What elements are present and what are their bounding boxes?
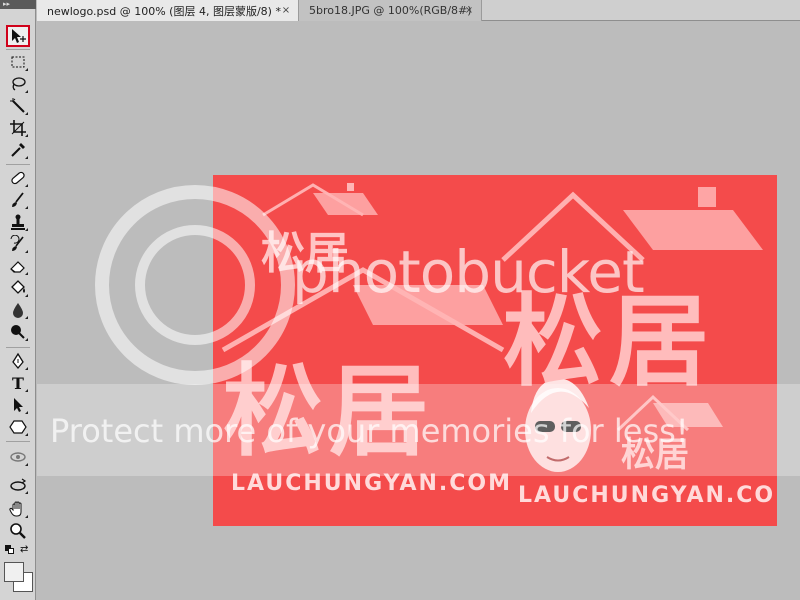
tools-panel-grip[interactable]: ▸▸ <box>0 0 36 9</box>
clone-stamp-tool[interactable] <box>6 211 30 233</box>
shape-tool[interactable] <box>6 416 30 438</box>
history-brush-tool[interactable] <box>6 233 30 255</box>
move-tool[interactable] <box>6 25 30 47</box>
3d-rotate-tool[interactable] <box>6 446 30 468</box>
foreground-color-swatch[interactable] <box>4 562 24 582</box>
close-icon[interactable]: × <box>463 4 475 16</box>
pen-tool[interactable] <box>6 350 30 372</box>
document-tab-bar: newlogo.psd @ 100% (图层 4, 图层蒙版/8) * × 5b… <box>37 0 800 21</box>
default-colors-icon[interactable] <box>5 545 15 555</box>
collapse-chevron-icon: ▸▸ <box>3 0 11 8</box>
hand-tool[interactable] <box>6 498 30 520</box>
tools-panel: ▸▸ T ⇄ <box>0 0 36 600</box>
dodge-tool[interactable] <box>6 321 30 343</box>
healing-brush-tool[interactable] <box>6 167 30 189</box>
brush-tool[interactable] <box>6 189 30 211</box>
3d-orbit-tool[interactable] <box>6 474 30 496</box>
crop-tool[interactable] <box>6 117 30 139</box>
blur-tool[interactable] <box>6 299 30 321</box>
swap-colors-icon[interactable]: ⇄ <box>20 545 32 555</box>
path-select-tool[interactable] <box>6 394 30 416</box>
marquee-tool[interactable] <box>6 51 30 73</box>
photobucket-ring-inner <box>135 225 255 345</box>
watermark-band <box>37 384 800 476</box>
eraser-tool[interactable] <box>6 255 30 277</box>
lasso-tool[interactable] <box>6 73 30 95</box>
tab-5bro18[interactable]: 5bro18.JPG @ 100%(RGB/8#) × <box>299 0 482 21</box>
eyedropper-tool[interactable] <box>6 139 30 161</box>
move-icon <box>12 29 26 43</box>
type-icon: T <box>12 373 24 393</box>
close-icon[interactable]: × <box>280 4 292 16</box>
zoom-icon <box>10 523 26 539</box>
paint-bucket-tool[interactable] <box>6 277 30 299</box>
zoom-tool[interactable] <box>6 520 30 542</box>
tab-newlogo[interactable]: newlogo.psd @ 100% (图层 4, 图层蒙版/8) * × <box>37 0 299 21</box>
tab-label: 5bro18.JPG @ 100%(RGB/8#) <box>309 4 472 17</box>
tab-label: newlogo.psd @ 100% (图层 4, 图层蒙版/8) * <box>47 4 281 18</box>
quick-select-tool[interactable] <box>6 95 30 117</box>
type-tool[interactable]: T <box>6 372 30 394</box>
